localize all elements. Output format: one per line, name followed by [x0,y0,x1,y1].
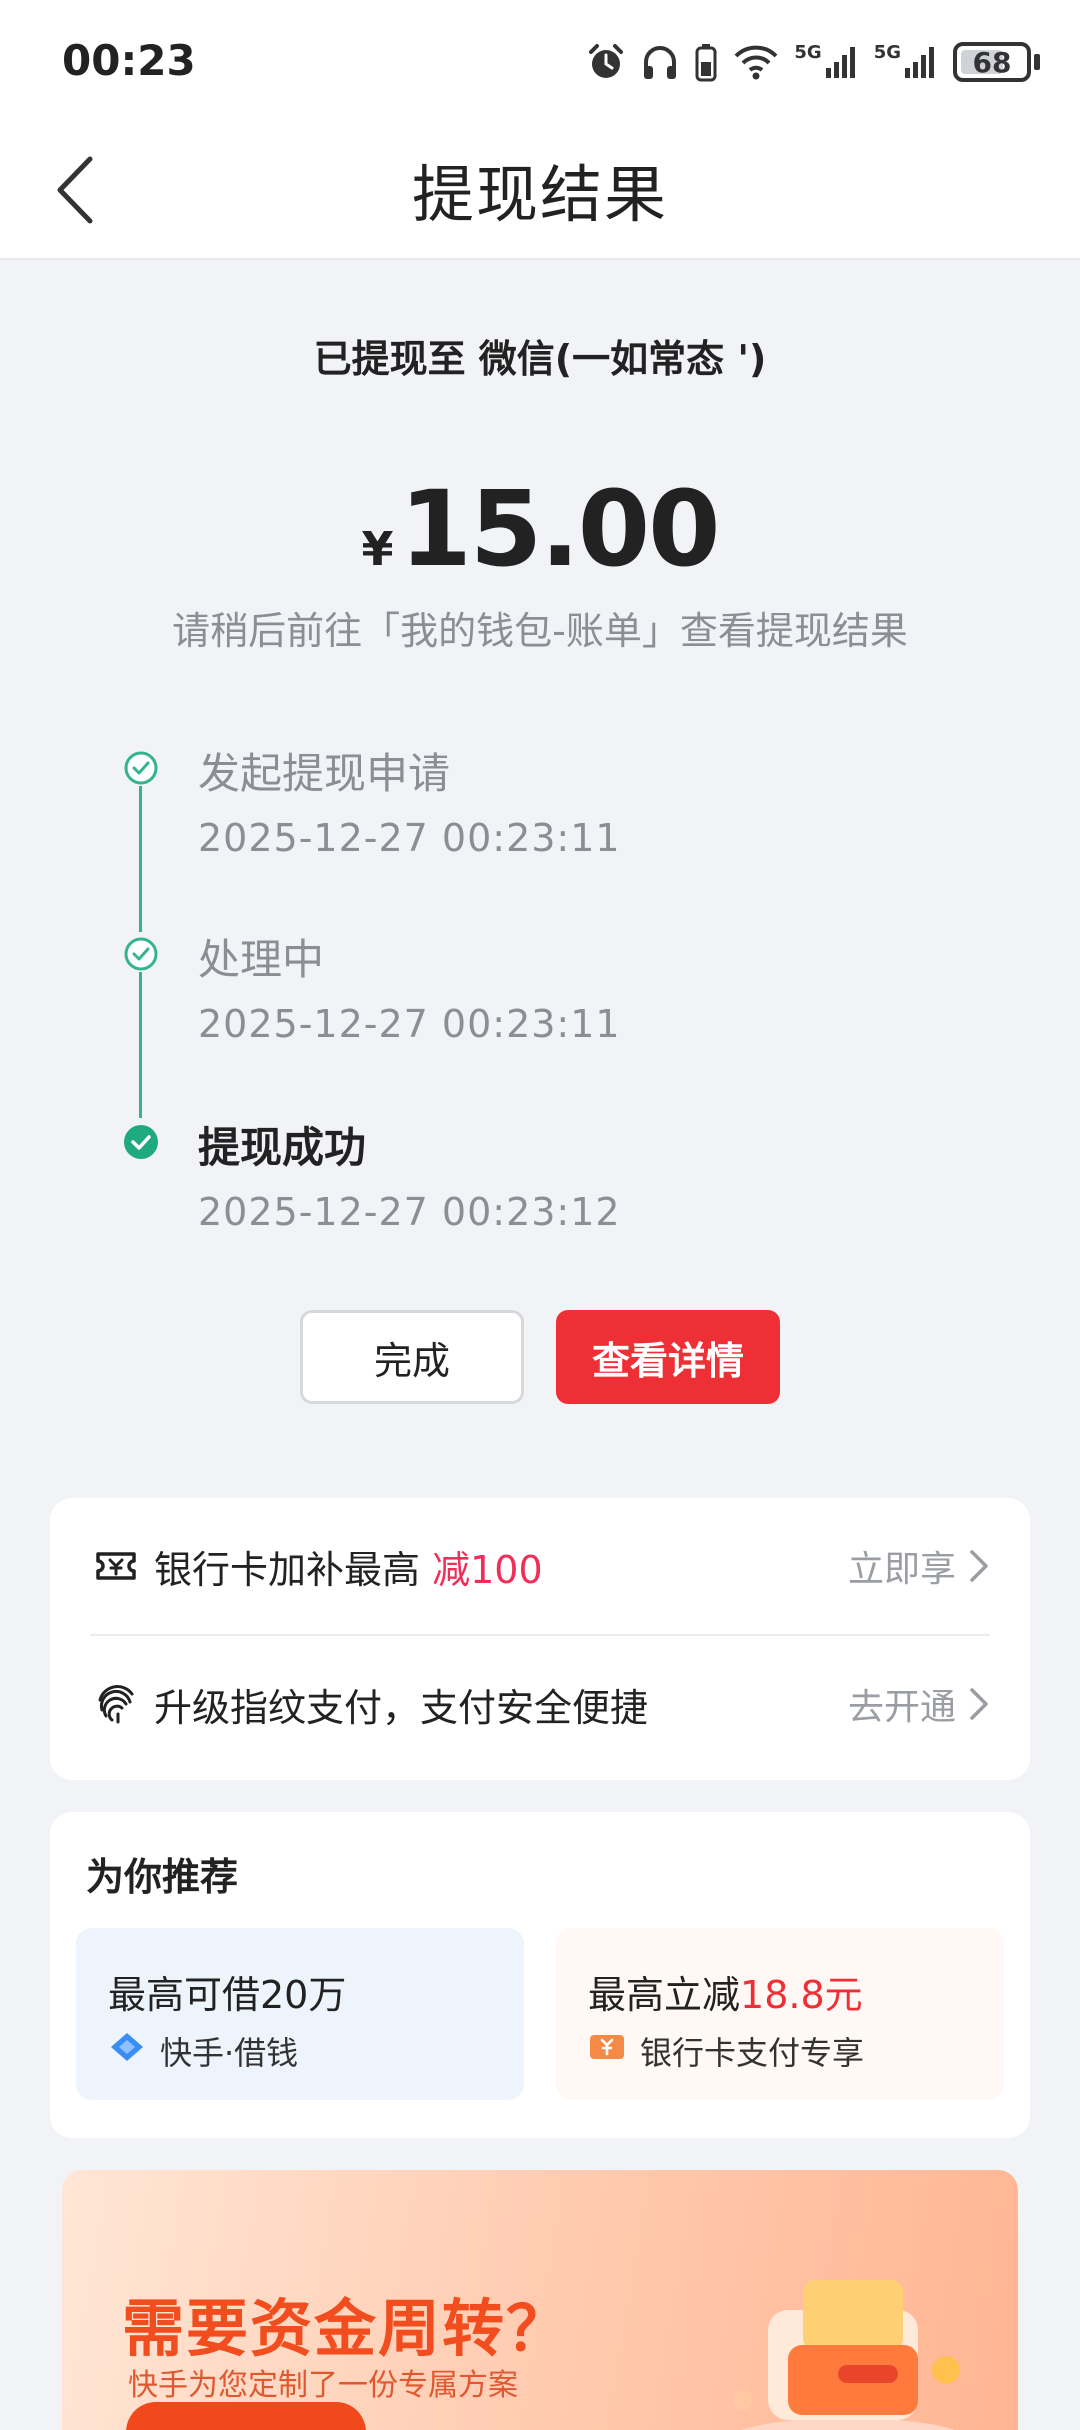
recommend-tile-sub: 快手·借钱 [160,2034,299,2072]
battery-percent: 68 [972,45,1012,79]
alarm-icon [589,44,624,78]
timeline-step-time: 2025-12-27 00:23:11 [198,1002,621,1046]
status-bar: 00:23 5G 5G 68 [0,0,1080,120]
chevron-right-icon [970,1550,988,1582]
recommend-tile-main: 最高可借20万 [108,1973,347,2017]
currency-symbol: ¥ [361,522,394,576]
headphones-icon [644,46,677,79]
view-detail-button[interactable]: 查看详情 [556,1310,780,1404]
recommend-tile-highlight: 18.8元 [740,1973,863,2017]
recommend-tile-main: 最高立减18.8元 [588,1973,863,2017]
recommend-tile-loan[interactable]: 最高可借20万 快手·借钱 [76,1928,524,2100]
signal-5g-icon: 5G [874,44,939,80]
timeline-step-title: 发起提现申请 [198,749,451,798]
promo-text: 升级指纹支付，支付安全便捷 [154,1685,649,1730]
result-hint: 请稍后前往「我的钱包-账单」查看提现结果 [172,609,908,653]
phone-battery-icon [695,44,717,82]
promo-row-fingerprint[interactable]: 升级指纹支付，支付安全便捷 去开通 [50,1636,1030,1772]
status-time: 00:23 [62,36,196,85]
fingerprint-icon [98,1685,134,1724]
promo-row-bank-card[interactable]: 银行卡加补最高 减100 立即享 [50,1498,1030,1634]
amount-row: ¥ 15.00 [0,468,1080,590]
signal-5g-icon: 5G [794,44,859,80]
wallet-illustration-icon [733,2280,960,2430]
recommend-tile-sub: 银行卡支付专享 [640,2034,865,2072]
progress-timeline: 发起提现申请 2025-12-27 00:23:11 处理中 2025-12-2… [0,740,1080,1240]
promo-card: 银行卡加补最高 减100 立即享 升级指纹支付，支付安全便捷 去开通 [50,1498,1030,1780]
loan-banner[interactable]: 需要资金周转？ 快手为您定制了一份专属方案 [62,2170,1018,2430]
timeline-step-title: 提现成功 [198,1123,367,1172]
promo-action: 去开通 [847,1687,956,1728]
check-circle-filled-icon [124,1125,158,1159]
timeline-step: 处理中 2025-12-27 00:23:11 [0,926,1080,1076]
promo-text: 银行卡加补最高 减100 [154,1547,543,1592]
timeline-step-time: 2025-12-27 00:23:12 [198,1190,621,1234]
recommend-tile-discount[interactable]: 最高立减18.8元 银行卡支付专享 [556,1928,1004,2100]
wifi-icon [734,45,778,80]
banner-cta-button[interactable] [126,2402,366,2430]
status-icons: 5G 5G 68 [586,34,1040,90]
done-button[interactable]: 完成 [300,1310,524,1404]
check-circle-outline-icon [124,751,158,785]
promo-action: 立即享 [847,1549,956,1590]
timeline-step: 发起提现申请 2025-12-27 00:23:11 [0,740,1080,890]
coupon-icon [590,2035,624,2059]
banner-subtitle: 快手为您定制了一份专属方案 [128,2368,518,2403]
recommend-card: 为你推荐 最高可借20万 快手·借钱 最高立减18.8元 银行卡支付专享 [50,1812,1030,2138]
withdraw-amount: 15.00 [399,468,721,590]
page-title: 提现结果 [411,158,668,231]
chevron-right-icon [970,1688,988,1720]
timeline-step-title: 处理中 [198,935,325,984]
check-circle-outline-icon [124,937,158,971]
diamond-icon [111,2033,143,2061]
banner-title: 需要资金周转？ [122,2292,571,2365]
battery-icon: 68 [953,42,1040,82]
promo-highlight: 减100 [432,1547,543,1592]
timeline-step-time: 2025-12-27 00:23:11 [198,816,621,860]
ticket-icon [96,1552,136,1580]
header: 提现结果 [0,120,1080,260]
timeline-step: 提现成功 2025-12-27 00:23:12 [0,1114,1080,1264]
recommend-title: 为你推荐 [86,1855,239,1899]
withdraw-destination: 已提现至 微信(一如常态 ') [313,337,767,381]
